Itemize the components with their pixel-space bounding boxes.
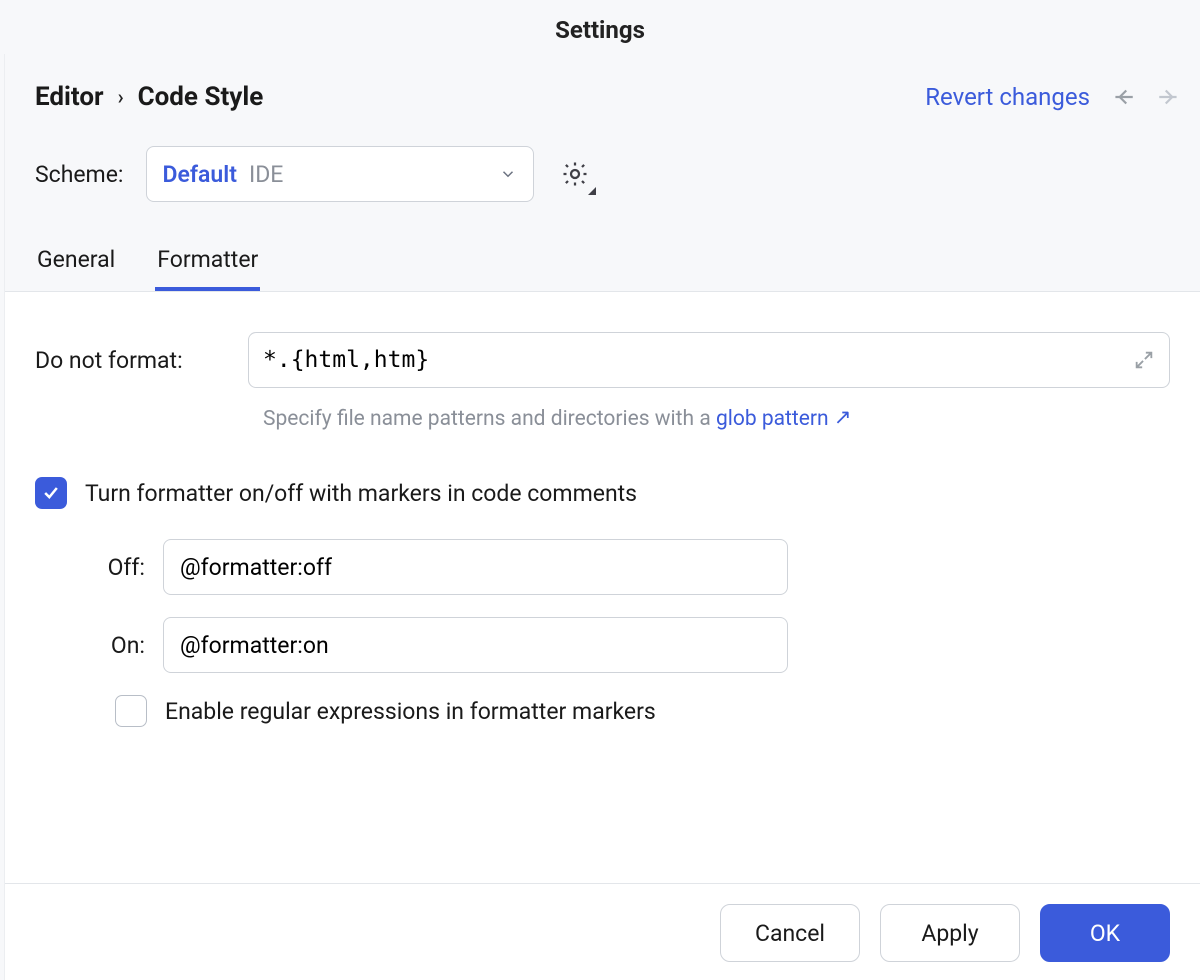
back-arrow-icon[interactable] <box>1110 84 1136 110</box>
breadcrumb-separator: › <box>118 85 124 109</box>
tabs: General Formatter <box>5 236 1200 292</box>
do-not-format-label: Do not format: <box>35 347 230 374</box>
ok-button[interactable]: OK <box>1040 904 1170 962</box>
breadcrumb: Editor › Code Style <box>35 82 263 112</box>
breadcrumb-editor[interactable]: Editor <box>35 82 104 112</box>
marker-on-input[interactable] <box>163 617 788 673</box>
do-not-format-input[interactable] <box>248 332 1170 388</box>
regex-label: Enable regular expressions in formatter … <box>165 698 656 725</box>
marker-off-input[interactable] <box>163 539 788 595</box>
revert-changes-link[interactable]: Revert changes <box>925 83 1090 111</box>
marker-off-label: Off: <box>75 554 145 581</box>
markers-toggle-checkbox[interactable] <box>35 477 67 509</box>
expand-icon[interactable] <box>1133 349 1155 371</box>
window-title: Settings <box>0 0 1200 54</box>
do-not-format-field[interactable] <box>263 347 1133 373</box>
cancel-button[interactable]: Cancel <box>720 904 860 962</box>
apply-button[interactable]: Apply <box>880 904 1020 962</box>
chevron-down-icon <box>499 165 517 183</box>
scheme-select[interactable]: Default IDE <box>146 146 534 202</box>
forward-arrow-icon[interactable] <box>1156 84 1182 110</box>
hint-text: Specify file name patterns and directori… <box>263 406 1170 431</box>
dropdown-corner-icon <box>588 187 596 195</box>
tab-general[interactable]: General <box>35 236 117 291</box>
marker-off-field[interactable] <box>180 554 771 581</box>
scheme-label: Scheme: <box>35 161 124 188</box>
marker-on-label: On: <box>75 632 145 659</box>
regex-checkbox[interactable] <box>115 695 147 727</box>
gear-icon <box>560 159 590 189</box>
dialog-footer: Cancel Apply OK <box>5 883 1200 980</box>
glob-pattern-link[interactable]: glob pattern ↗ <box>716 407 852 431</box>
markers-toggle-label: Turn formatter on/off with markers in co… <box>85 480 637 507</box>
scheme-value: Default <box>163 161 237 188</box>
scheme-scope: IDE <box>249 161 283 188</box>
tab-formatter[interactable]: Formatter <box>155 236 260 291</box>
external-link-icon: ↗ <box>834 405 852 430</box>
breadcrumb-code-style[interactable]: Code Style <box>138 82 264 112</box>
check-icon <box>41 483 61 503</box>
marker-on-field[interactable] <box>180 632 771 659</box>
scheme-actions-button[interactable] <box>556 155 594 193</box>
